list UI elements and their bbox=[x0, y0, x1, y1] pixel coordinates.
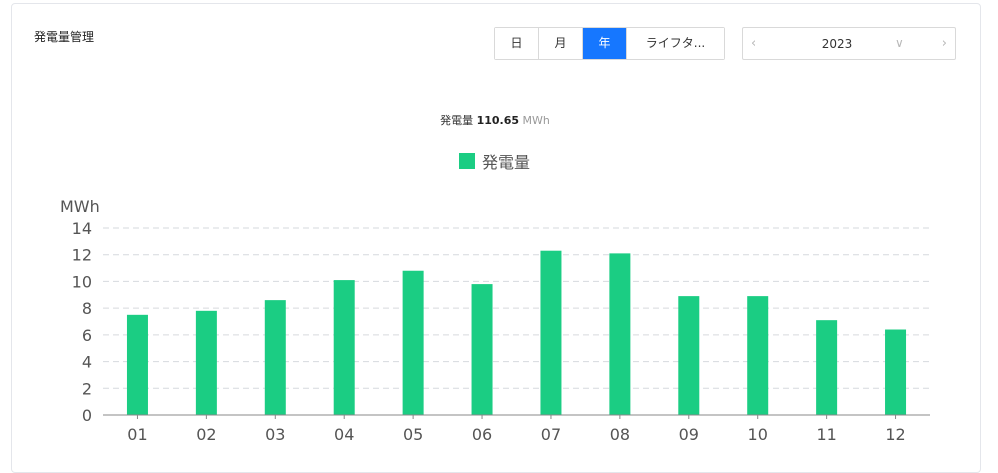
x-tick-label: 07 bbox=[541, 425, 561, 444]
y-tick-label: 14 bbox=[72, 219, 92, 238]
y-tick-label: 6 bbox=[82, 326, 92, 345]
bar-10[interactable] bbox=[747, 296, 769, 415]
x-tick-label: 11 bbox=[816, 425, 836, 444]
y-axis-label: MWh bbox=[60, 197, 100, 216]
bar-chart: MWh 02468101214 01 02 03 04 05 06 07 08 09 10 11 12 bbox=[60, 197, 930, 444]
bar-01[interactable] bbox=[126, 314, 148, 415]
x-tick-label: 05 bbox=[403, 425, 423, 444]
x-tick-label: 10 bbox=[748, 425, 768, 444]
bars bbox=[126, 250, 907, 415]
x-ticks: 01 02 03 04 05 06 07 08 09 10 11 12 bbox=[127, 415, 906, 444]
bar-09[interactable] bbox=[678, 296, 700, 415]
x-tick-label: 09 bbox=[679, 425, 699, 444]
y-ticks: 0 2 4 6 8 10 12 14 bbox=[72, 219, 92, 425]
x-tick-label: 12 bbox=[885, 425, 905, 444]
x-tick-label: 06 bbox=[472, 425, 492, 444]
x-tick-label: 01 bbox=[127, 425, 147, 444]
y-tick-label: 2 bbox=[82, 379, 92, 398]
grid-lines bbox=[103, 227, 930, 389]
y-tick-label: 10 bbox=[72, 272, 92, 291]
y-tick-label: 4 bbox=[82, 353, 92, 372]
bar-07[interactable] bbox=[540, 250, 562, 415]
x-tick-label: 04 bbox=[334, 425, 354, 444]
x-tick-label: 03 bbox=[265, 425, 285, 444]
bar-12[interactable] bbox=[885, 329, 907, 415]
bar-02[interactable] bbox=[195, 310, 217, 415]
bar-08[interactable] bbox=[609, 253, 631, 415]
bar-04[interactable] bbox=[333, 280, 355, 415]
bar-05[interactable] bbox=[402, 270, 424, 415]
y-tick-label: 8 bbox=[82, 299, 92, 318]
x-tick-label: 02 bbox=[196, 425, 216, 444]
x-tick-label: 08 bbox=[610, 425, 630, 444]
bar-11[interactable] bbox=[816, 320, 838, 415]
y-tick-label: 0 bbox=[82, 406, 92, 425]
bar-03[interactable] bbox=[264, 300, 286, 415]
bar-06[interactable] bbox=[471, 284, 493, 415]
y-tick-label: 12 bbox=[72, 246, 92, 265]
